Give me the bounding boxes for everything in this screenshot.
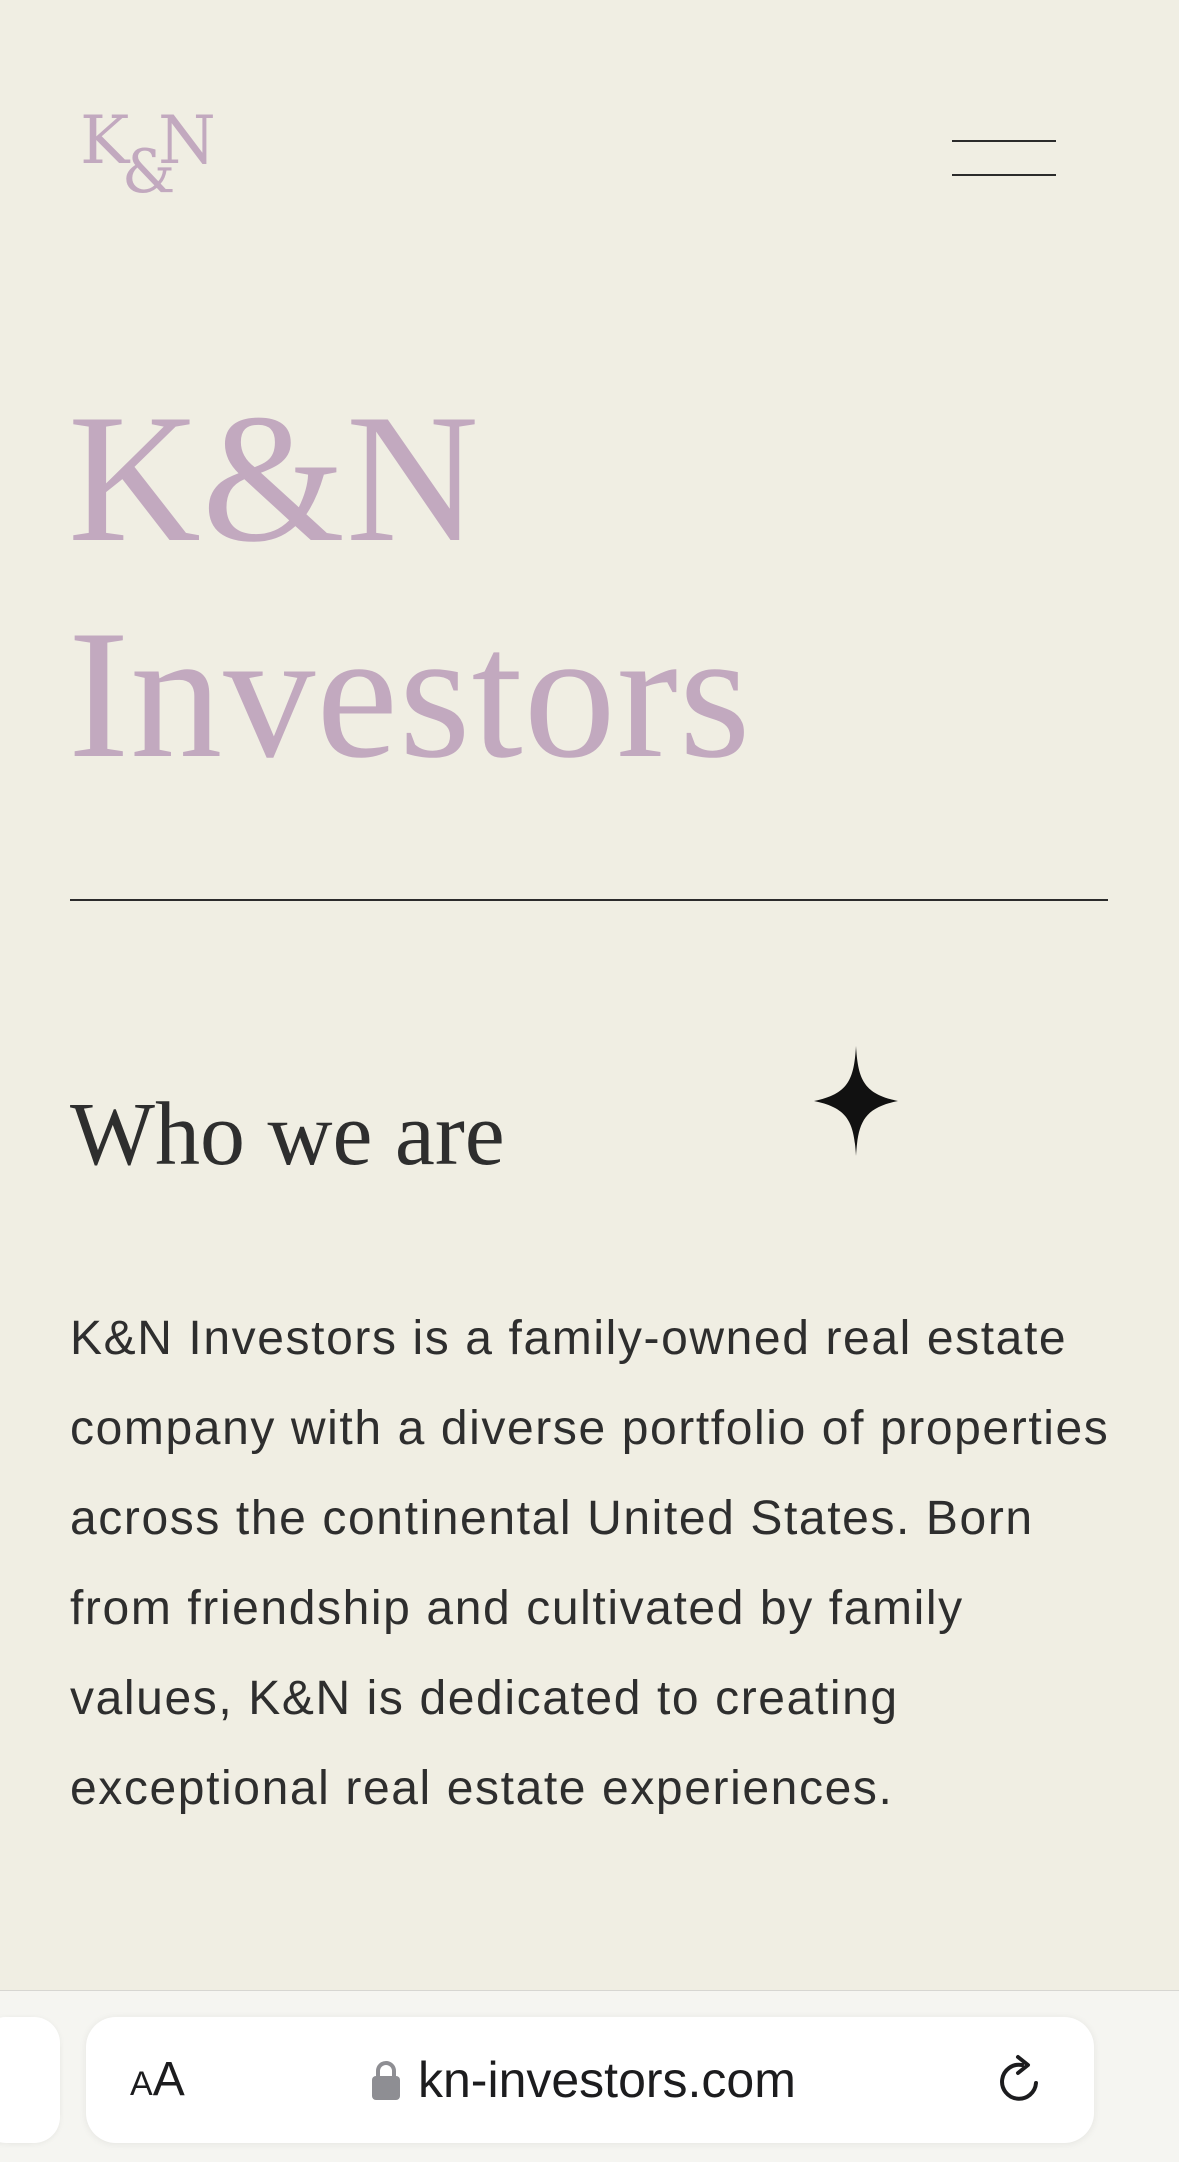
address-bar[interactable]: AA kn-investors.com — [86, 2017, 1094, 2143]
reload-icon[interactable] — [992, 2053, 1048, 2109]
previous-tab-pill[interactable] — [0, 2017, 60, 2143]
aa-large-letter: A — [152, 2053, 185, 2106]
site-logo[interactable]: K & N — [80, 102, 216, 203]
about-paragraph: K&N Investors is a family-owned real est… — [70, 1312, 1110, 1815]
url-text: kn-investors.com — [418, 2052, 796, 2108]
who-we-are-heading: Who we are — [70, 1085, 505, 1184]
lock-icon — [372, 2061, 400, 2100]
hero-title-line-1: K&N — [68, 376, 480, 580]
hero-title: K&N Investors — [68, 370, 752, 802]
url-display[interactable]: kn-investors.com — [370, 2045, 796, 2115]
page: K & N K&N Investors Who we are K&N Inves… — [0, 0, 1179, 1990]
four-point-star-icon — [814, 1046, 898, 1156]
hero-title-line-2: Investors — [68, 592, 752, 796]
hamburger-menu-icon[interactable] — [950, 136, 1060, 180]
section-divider — [70, 899, 1108, 901]
browser-toolbar: AA kn-investors.com — [0, 1990, 1179, 2162]
reader-text-size-button[interactable]: AA — [130, 2047, 185, 2113]
menu-line-bottom — [952, 174, 1056, 176]
aa-small-letter: A — [130, 2065, 153, 2103]
logo-letter-n: N — [158, 102, 216, 179]
menu-line-top — [952, 140, 1056, 142]
